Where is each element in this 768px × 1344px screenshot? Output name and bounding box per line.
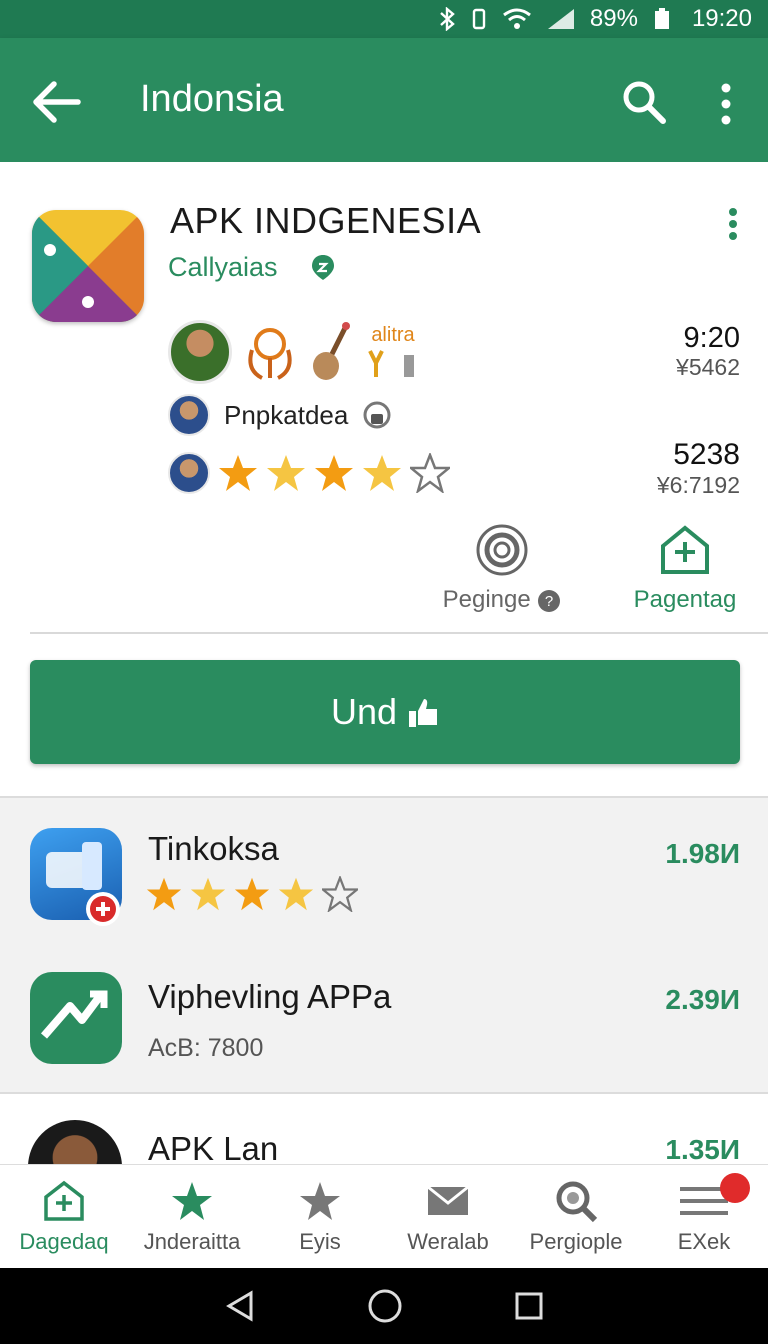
- wifi-icon: [502, 8, 531, 29]
- star-rating: [146, 876, 358, 912]
- battery-percent: 89%: [589, 5, 638, 32]
- star-filled-icon: [267, 455, 305, 491]
- nav-label: EXek: [677, 1229, 731, 1254]
- author-avatar[interactable]: [168, 394, 210, 436]
- action-pagentag[interactable]: Pagentag: [620, 522, 750, 614]
- rating-row: [168, 452, 450, 494]
- nav-label: Pergiople: [529, 1229, 623, 1254]
- viphevling-app-icon: [30, 972, 122, 1064]
- star-filled-icon: [234, 877, 270, 911]
- system-navigation-bar: [0, 1268, 768, 1344]
- star-filled-icon: [146, 877, 182, 911]
- svg-text:?: ?: [545, 593, 553, 610]
- star-empty-icon: [322, 876, 358, 912]
- star-filled-icon: [219, 455, 257, 491]
- home-plus-icon: [44, 1180, 84, 1221]
- star-filled-icon: [278, 877, 314, 911]
- help-icon: ?: [538, 589, 561, 612]
- star-empty-icon: [410, 453, 450, 493]
- star-filled-icon: [315, 455, 353, 491]
- nav-weralab[interactable]: Weralab: [384, 1165, 512, 1268]
- rater-avatar[interactable]: [168, 452, 210, 494]
- target-icon: [476, 524, 528, 576]
- trophy-icon: [368, 349, 414, 377]
- bluetooth-icon: [440, 7, 455, 31]
- nav-pergiople[interactable]: Pergiople: [512, 1165, 640, 1268]
- author-name: Pnpkatdea: [224, 399, 349, 430]
- divider: [30, 632, 768, 634]
- recents-square-icon[interactable]: [513, 1290, 545, 1322]
- lute-icon: [313, 322, 350, 380]
- list-item[interactable]: Tinkoksa 1.98И: [0, 816, 768, 956]
- notification-badge: [720, 1173, 750, 1203]
- search-icon: [556, 1181, 598, 1223]
- featured-app-card: APK INDGENESIA Callyaias alitra 9:20 ¥54…: [0, 162, 768, 794]
- app-logo[interactable]: [32, 210, 144, 322]
- emblem-icon: [248, 328, 292, 380]
- list-item-size: 1.35И: [665, 1134, 740, 1164]
- search-icon[interactable]: [618, 76, 670, 128]
- list-item-name: Viphevling APPa: [148, 978, 392, 1015]
- signal-icon: [547, 9, 574, 29]
- page-title: Indonsia: [140, 78, 284, 120]
- count-value: 5238: [673, 438, 740, 471]
- back-triangle-icon[interactable]: [223, 1289, 257, 1323]
- star-icon: [172, 1182, 212, 1220]
- apk-lan-avatar: [28, 1120, 122, 1164]
- nav-label: Weralab: [407, 1229, 489, 1254]
- action-left-label: Peginge: [442, 586, 531, 613]
- list-item[interactable]: Viphevling APPa 2.39И AcB: 7800: [0, 954, 768, 1094]
- mail-icon: [427, 1185, 469, 1215]
- status-bar: 89% 19:20: [0, 0, 768, 38]
- sub-count-value: ¥6:7192: [656, 472, 740, 498]
- time-value: 9:20: [683, 322, 740, 354]
- star-icon: [300, 1182, 340, 1220]
- home-plus-icon: [661, 525, 709, 574]
- list-item[interactable]: APK Lan 1.35И: [0, 1092, 768, 1164]
- nav-dagedaq[interactable]: Dagedaq: [0, 1165, 128, 1268]
- battery-icon: [654, 8, 669, 29]
- app-title: APK INDGENESIA: [170, 200, 482, 241]
- red-badge-icon: [86, 892, 120, 926]
- nav-exek[interactable]: EXek: [640, 1165, 768, 1268]
- overflow-menu-icon[interactable]: [708, 76, 744, 132]
- sub-value: ¥5462: [676, 354, 740, 380]
- clock: 19:20: [691, 5, 752, 32]
- nav-jnderaitta[interactable]: Jnderaitta: [128, 1165, 256, 1268]
- star-rating: [218, 453, 450, 493]
- back-arrow-icon[interactable]: [28, 74, 84, 130]
- thumbs-up-icon: [409, 699, 438, 727]
- app-bar: Indonsia: [0, 38, 768, 162]
- verified-badge-icon: [312, 255, 334, 280]
- list-item-name: APK Lan: [148, 1130, 279, 1164]
- nav-label: Jnderaitta: [143, 1229, 241, 1254]
- list-item-size: 2.39И: [665, 984, 740, 1015]
- list-item-name: Tinkoksa: [148, 830, 279, 867]
- badge-label: alitra: [371, 323, 415, 346]
- action-right-label: Pagentag: [633, 586, 737, 613]
- vibrate-icon: [472, 8, 486, 30]
- action-peginge[interactable]: Peginge ?: [432, 522, 572, 614]
- card-overflow-icon[interactable]: [722, 204, 744, 244]
- nav-label: Eyis: [299, 1229, 341, 1254]
- install-label: Und: [330, 691, 398, 732]
- bottom-navigation: Dagedaq Jnderaitta Eyis Weralab Pergiopl…: [0, 1164, 768, 1268]
- list-item-size: 1.98И: [665, 838, 740, 869]
- list-item-sub: AcB: 7800: [148, 1034, 264, 1062]
- developer-link[interactable]: Callyaias: [168, 252, 278, 283]
- home-circle-icon[interactable]: [367, 1288, 403, 1324]
- install-button[interactable]: Und: [30, 660, 740, 764]
- app-list: Tinkoksa 1.98И Viphevling APPa 2.39И AcB…: [0, 796, 768, 1092]
- lock-badge-icon: [363, 401, 391, 429]
- nav-eyis[interactable]: Eyis: [256, 1165, 384, 1268]
- nav-label: Dagedaq: [19, 1229, 109, 1254]
- author-row: Pnpkatdea: [168, 394, 392, 436]
- star-filled-icon: [190, 877, 226, 911]
- star-filled-icon: [363, 455, 401, 491]
- avatar[interactable]: [168, 320, 232, 384]
- badge-row: alitra: [168, 320, 428, 384]
